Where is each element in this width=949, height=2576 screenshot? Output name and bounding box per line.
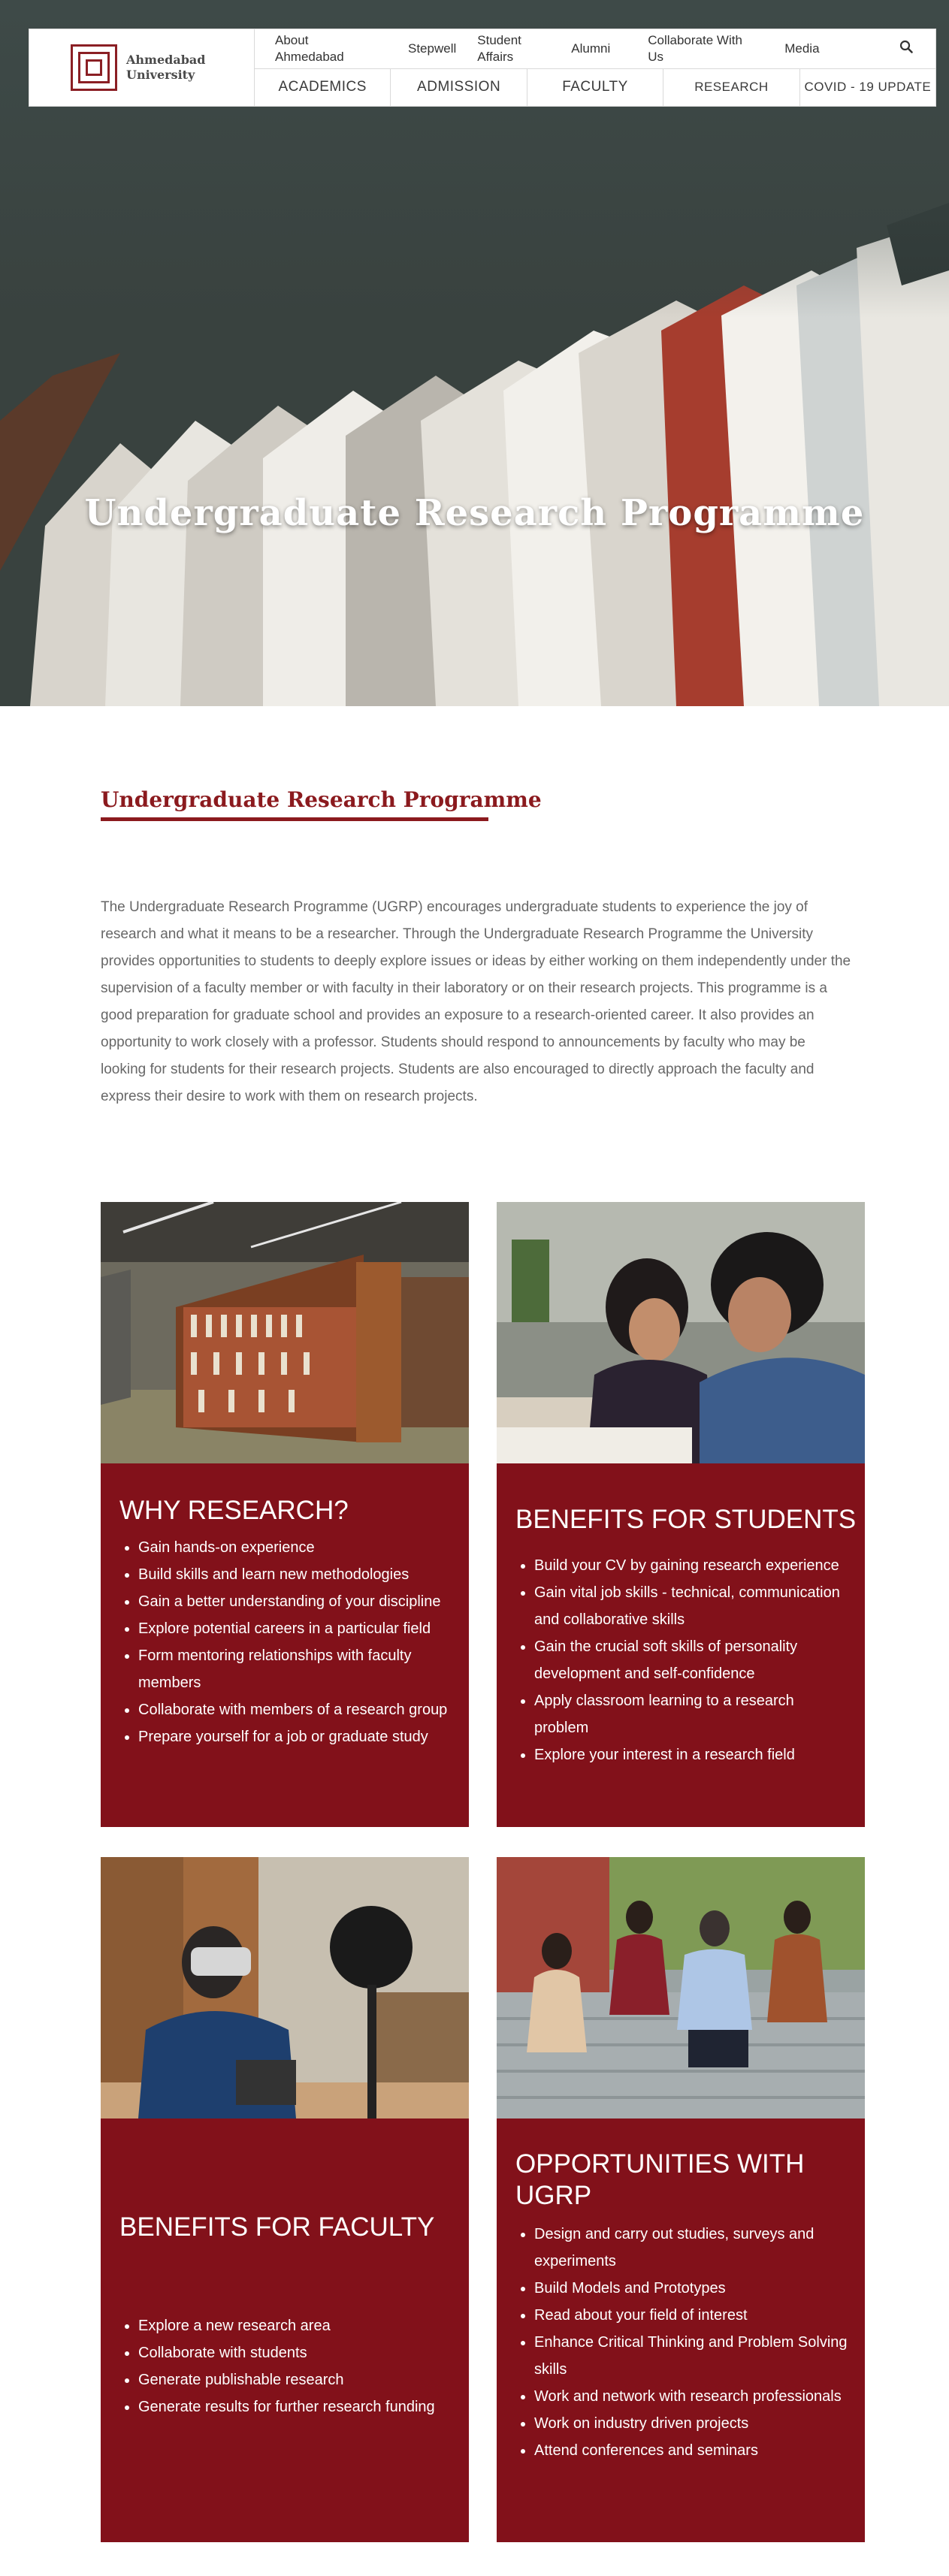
card-why-research: WHY RESEARCH? Gain hands-on experience B… [101,1202,469,1827]
list-item: Gain vital job skills - technical, commu… [534,1579,850,1633]
list-item: Enhance Critical Thinking and Problem So… [534,2329,850,2383]
intro-text: The Undergraduate Research Programme (UG… [101,899,851,1104]
logo-line-1: Ahmedabad [126,53,206,67]
list-item: Build skills and learn new methodologies [138,1561,454,1588]
site-header: Ahmedabad University About Ahmedabad Ste… [29,29,936,107]
nav-alumni[interactable]: Alumni [571,41,610,57]
list-item: Explore potential careers in a particula… [138,1615,454,1642]
list-item: Generate publishable research [138,2366,454,2393]
card-list: Design and carry out studies, surveys an… [515,2221,850,2464]
hero-title: Undergraduate Research Programme [84,492,865,534]
list-item: Build Models and Prototypes [534,2275,850,2302]
vr-photo [101,1857,469,2118]
list-item: Prepare yourself for a job or graduate s… [138,1723,454,1750]
card-benefits-faculty: BENEFITS FOR FACULTY Explore a new resea… [101,1857,469,2542]
list-item: Collaborate with students [138,2339,454,2366]
main-nav: ACADEMICS ADMISSION FACULTY RESEARCH COV… [255,68,935,106]
nav-research[interactable]: RESEARCH [663,68,800,106]
title-underline [101,817,488,821]
card-title: BENEFITS FOR FACULTY [119,2212,435,2242]
list-item: Work on industry driven projects [534,2410,850,2437]
nav-stepwell[interactable]: Stepwell [408,41,456,57]
nav-about[interactable]: About Ahmedabad [275,32,344,65]
card-benefits-students: BENEFITS FOR STUDENTS Build your CV by g… [497,1202,865,1827]
nav-covid-update[interactable]: COVID - 19 UPDATE [800,68,935,106]
nav-media[interactable]: Media [784,41,819,57]
card-opportunities: OPPORTUNITIES WITH UGRP Design and carry… [497,1857,865,2542]
list-item: Apply classroom learning to a research p… [534,1687,850,1741]
university-logo[interactable]: Ahmedabad University [29,29,255,106]
logo-line-2: University [126,68,195,82]
list-item: Design and carry out studies, surveys an… [534,2221,850,2275]
list-item: Work and network with research professio… [534,2383,850,2410]
card-list: Explore a new research area Collaborate … [119,2312,454,2420]
logo-mark-icon [71,44,117,91]
card-title: OPPORTUNITIES WITH UGRP [515,2149,805,2210]
list-item: Generate results for further research fu… [138,2393,454,2420]
logo-text: Ahmedabad University [126,53,205,83]
card-title: BENEFITS FOR STUDENTS [515,1505,857,1534]
nav-collaborate[interactable]: Collaborate With Us [648,32,757,65]
card-title: WHY RESEARCH? [119,1496,349,1525]
list-item: Explore your interest in a research fiel… [534,1741,850,1768]
list-item: Gain a better understanding of your disc… [138,1588,454,1615]
nav-academics[interactable]: ACADEMICS [255,68,391,106]
nav-student-affairs[interactable]: Student Affairs [477,32,530,65]
search-icon[interactable] [899,40,913,53]
card-list: Gain hands-on experience Build skills an… [119,1534,454,1750]
nav-faculty[interactable]: FACULTY [527,68,664,106]
nav-admission[interactable]: ADMISSION [391,68,527,106]
list-item: Read about your field of interest [534,2302,850,2329]
card-list: Build your CV by gaining research experi… [515,1552,850,1768]
library-photo [101,1202,469,1463]
list-item: Collaborate with members of a research g… [138,1696,454,1723]
list-item: Form mentoring relationships with facult… [138,1642,454,1696]
group-photo [497,1857,865,2118]
top-nav: About Ahmedabad Stepwell Student Affairs… [255,29,935,69]
list-item: Gain the crucial soft skills of personal… [534,1633,850,1687]
list-item: Attend conferences and seminars [534,2437,850,2464]
intro-title: Undergraduate Research Programme [101,787,542,812]
list-item: Explore a new research area [138,2312,454,2339]
list-item: Gain hands-on experience [138,1534,454,1561]
list-item: Build your CV by gaining research experi… [534,1552,850,1579]
students-photo [497,1202,865,1463]
